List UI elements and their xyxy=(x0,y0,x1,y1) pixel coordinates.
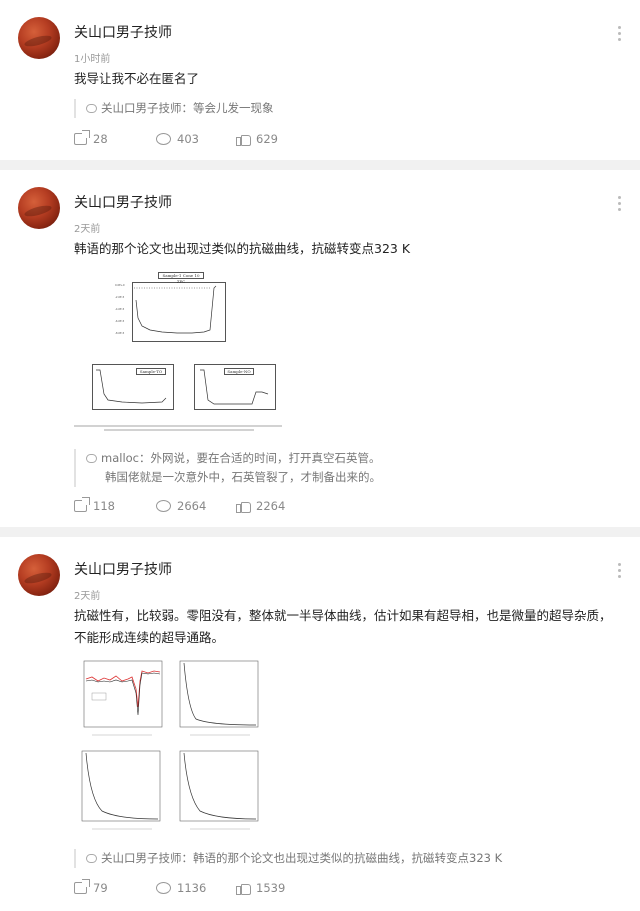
share-count: 118 xyxy=(93,499,115,513)
post-content: 韩语的那个论文也出现过类似的抗磁曲线，抗磁转变点323 K xyxy=(74,241,411,256)
resistance-plot-2 xyxy=(81,750,161,830)
resistance-plot-1 xyxy=(179,660,259,736)
quoted-reply[interactable]: malloc：外网说，要在合适的时间，打开真空石英管。 韩国佬就是一次意外中，石… xyxy=(74,449,381,487)
comment-count: 1136 xyxy=(177,881,207,895)
quoted-reply[interactable]: 关山口男子技师：等会儿发一现象 xyxy=(74,99,274,118)
post-time: 2天前 xyxy=(74,224,101,235)
measurement-plots-image[interactable] xyxy=(72,659,264,837)
post-card: 关山口男子技师 2天前 韩语的那个论文也出现过类似的抗磁曲线，抗磁转变点323 … xyxy=(0,170,640,527)
like-button[interactable]: 1539 xyxy=(236,880,285,896)
avatar[interactable] xyxy=(18,17,60,59)
resistance-plot-3 xyxy=(179,750,259,830)
share-button[interactable]: 28 xyxy=(74,130,108,147)
quoted-reply[interactable]: 关山口男子技师：韩语的那个论文也出现过类似的抗磁曲线，抗磁转变点323 K xyxy=(74,849,502,868)
svg-text:-2.0E-5: -2.0E-5 xyxy=(115,295,125,299)
comment-icon xyxy=(156,500,171,512)
post-card: 关山口男子技师 2天前 抗磁性有，比较弱。零阻没有，整体就一半导体曲线，估计如果… xyxy=(0,537,640,911)
zfc-main-axis-ticks: 0.0E+0 -2.0E-5 -4.0E-5 -6.0E-5 -8.0E-5 xyxy=(115,283,125,335)
quote-author: 关山口男子技师： xyxy=(101,101,193,115)
post-card: 关山口男子技师 1小时前 我导让我不必在匿名了 关山口男子技师：等会儿发一现象 … xyxy=(0,0,640,160)
zfc-main-curve xyxy=(134,285,217,334)
share-button[interactable]: 118 xyxy=(74,497,115,514)
avatar[interactable] xyxy=(18,187,60,229)
plot-title: Sample-1 Cone 10 ZFC xyxy=(158,272,204,284)
post-time: 2天前 xyxy=(74,591,101,602)
comment-button[interactable]: 1136 xyxy=(156,880,206,896)
author-name[interactable]: 关山口男子技师 xyxy=(74,22,172,42)
like-count: 2264 xyxy=(256,499,286,513)
author-name[interactable]: 关山口男子技师 xyxy=(74,192,172,212)
quote-author: malloc： xyxy=(101,451,151,465)
thumbs-up-icon xyxy=(236,500,251,513)
more-menu-icon[interactable] xyxy=(618,196,622,214)
post-content: 抗磁性有，比较弱。零阻没有，整体就一半导体曲线，估计如果有超导相，也是微量的超导… xyxy=(74,608,612,645)
magnetization-plot xyxy=(83,660,163,736)
share-icon xyxy=(74,130,90,145)
more-menu-icon[interactable] xyxy=(618,563,622,581)
svg-text:0.0E+0: 0.0E+0 xyxy=(115,283,125,287)
share-button[interactable]: 79 xyxy=(74,879,108,896)
figure-caption-lines xyxy=(74,425,282,431)
svg-text:-6.0E-5: -6.0E-5 xyxy=(115,319,125,323)
quote-text: 外网说，要在合适的时间，打开真空石英管。 xyxy=(150,451,381,465)
quote-text-line2: 韩国佬就是一次意外中，石英管裂了，才制备出来的。 xyxy=(105,470,381,484)
thumbs-up-icon xyxy=(236,133,251,146)
svg-text:-8.0E-5: -8.0E-5 xyxy=(115,331,125,335)
like-count: 629 xyxy=(256,132,278,146)
comment-button[interactable]: 2664 xyxy=(156,498,206,514)
like-button[interactable]: 2264 xyxy=(236,498,285,514)
author-name[interactable]: 关山口男子技师 xyxy=(74,559,172,579)
paper-figure-image[interactable]: Sample-1 Cone 10 ZFC 0.0E+0 -2.0E-5 -4.0E-… xyxy=(74,268,284,434)
post-time: 1小时前 xyxy=(74,54,111,65)
like-button[interactable]: 629 xyxy=(236,131,278,147)
more-menu-icon[interactable] xyxy=(618,26,622,44)
thumbs-up-icon xyxy=(236,882,251,895)
sample-to-curve xyxy=(96,369,167,404)
comment-count: 2664 xyxy=(177,499,207,513)
avatar[interactable] xyxy=(18,554,60,596)
quote-text: 韩语的那个论文也出现过类似的抗磁曲线，抗磁转变点323 K xyxy=(193,851,503,865)
quote-bubble-icon xyxy=(86,854,97,863)
share-count: 79 xyxy=(93,881,108,895)
comment-icon xyxy=(156,133,171,145)
share-icon xyxy=(74,879,90,894)
comment-icon xyxy=(156,882,171,894)
share-icon xyxy=(74,497,90,512)
sample-no-curve xyxy=(200,369,269,405)
like-count: 1539 xyxy=(256,881,286,895)
quote-author: 关山口男子技师： xyxy=(101,851,193,865)
comment-count: 403 xyxy=(177,132,199,146)
quote-text: 等会儿发一现象 xyxy=(193,101,274,115)
comment-button[interactable]: 403 xyxy=(156,131,199,147)
share-count: 28 xyxy=(93,132,108,146)
quote-bubble-icon xyxy=(86,454,97,463)
post-content: 我导让我不必在匿名了 xyxy=(74,71,200,86)
quote-bubble-icon xyxy=(86,104,97,113)
svg-text:-4.0E-5: -4.0E-5 xyxy=(115,307,125,311)
